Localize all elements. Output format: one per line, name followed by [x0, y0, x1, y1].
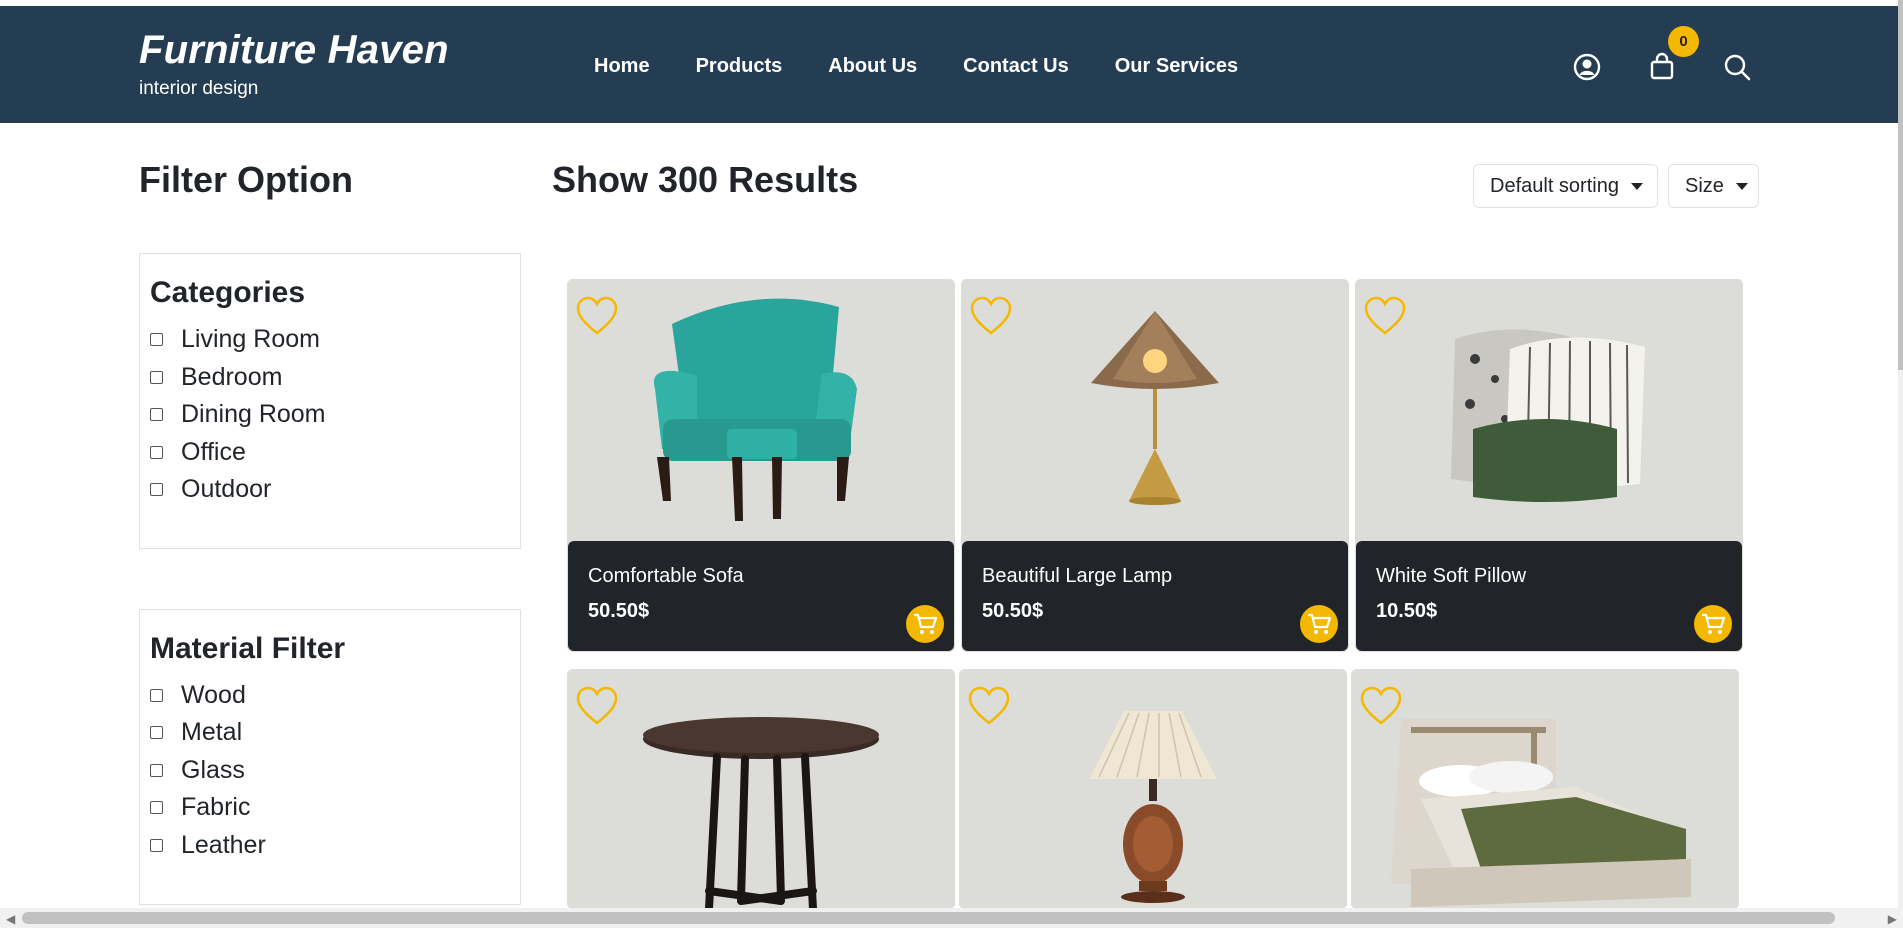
- scroll-left-arrow-icon[interactable]: ◀: [6, 912, 15, 926]
- product-price: 50.50$: [588, 600, 650, 622]
- filter-item-dining-room[interactable]: Dining Room: [150, 400, 326, 429]
- categories-title: Categories: [150, 276, 306, 309]
- checkbox[interactable]: [150, 764, 163, 777]
- heart-icon[interactable]: [969, 295, 1013, 337]
- product-price: 10.50$: [1376, 600, 1438, 622]
- product-image-armchair: [567, 279, 955, 541]
- vertical-scrollbar[interactable]: [1898, 0, 1903, 928]
- size-dropdown[interactable]: Size: [1668, 164, 1759, 208]
- product-info: Beautiful Large Lamp 50.50$: [962, 541, 1348, 651]
- product-name[interactable]: White Soft Pillow: [1376, 565, 1526, 588]
- checkbox[interactable]: [150, 446, 163, 459]
- product-image-lamp: [961, 279, 1349, 541]
- horizontal-scrollbar-thumb[interactable]: [22, 912, 1835, 924]
- product-image-table-lamp: [959, 669, 1347, 909]
- brand-title[interactable]: Furniture Haven: [139, 28, 449, 73]
- product-card[interactable]: [567, 669, 955, 909]
- cart-icon: [1702, 613, 1726, 634]
- filter-item-wood[interactable]: Wood: [150, 681, 246, 710]
- add-to-cart-button[interactable]: [906, 605, 944, 643]
- caret-down-icon: [1735, 182, 1748, 190]
- nav-contact-us[interactable]: Contact Us: [963, 55, 1069, 78]
- material-filter-box: Material Filter Wood Metal Glass Fabric …: [139, 609, 521, 905]
- categories-filter-box: Categories Living Room Bedroom Dining Ro…: [139, 253, 521, 549]
- material-filter-title: Material Filter: [150, 632, 346, 665]
- nav-about-us[interactable]: About Us: [828, 55, 917, 78]
- shopping-bag-icon[interactable]: [1647, 52, 1677, 82]
- product-info: White Soft Pillow 10.50$: [1356, 541, 1742, 651]
- product-card[interactable]: [959, 669, 1347, 909]
- nav-home[interactable]: Home: [594, 55, 650, 78]
- filter-title: Filter Option: [139, 159, 353, 200]
- product-card[interactable]: [1351, 669, 1739, 909]
- horizontal-scrollbar[interactable]: ◀ ▶: [0, 908, 1903, 928]
- site-header: Furniture Haven interior design Home Pro…: [0, 6, 1898, 123]
- checkbox[interactable]: [150, 371, 163, 384]
- caret-down-icon: [1630, 182, 1643, 190]
- user-circle-icon[interactable]: [1572, 52, 1602, 82]
- product-name[interactable]: Comfortable Sofa: [588, 565, 744, 588]
- brand-subtitle: interior design: [139, 78, 259, 99]
- nav-products[interactable]: Products: [696, 55, 783, 78]
- checkbox[interactable]: [150, 689, 163, 702]
- checkbox[interactable]: [150, 333, 163, 346]
- size-dropdown-label: Size: [1685, 174, 1724, 197]
- product-image-round-table: [567, 669, 955, 909]
- heart-icon[interactable]: [1359, 685, 1403, 727]
- heart-icon[interactable]: [575, 295, 619, 337]
- checkbox[interactable]: [150, 483, 163, 496]
- results-count-title: Show 300 Results: [552, 159, 859, 200]
- cart-icon: [914, 613, 938, 634]
- product-name[interactable]: Beautiful Large Lamp: [982, 565, 1172, 588]
- filter-item-outdoor[interactable]: Outdoor: [150, 475, 271, 504]
- product-image-pillows: [1355, 279, 1743, 541]
- scroll-right-arrow-icon[interactable]: ▶: [1888, 912, 1897, 926]
- product-card[interactable]: Comfortable Sofa 50.50$: [567, 279, 955, 652]
- product-card[interactable]: White Soft Pillow 10.50$: [1355, 279, 1743, 652]
- checkbox[interactable]: [150, 726, 163, 739]
- nav-our-services[interactable]: Our Services: [1115, 55, 1238, 78]
- product-image-bed: [1351, 669, 1739, 909]
- checkbox[interactable]: [150, 839, 163, 852]
- product-info: Comfortable Sofa 50.50$: [568, 541, 954, 651]
- add-to-cart-button[interactable]: [1300, 605, 1338, 643]
- heart-icon[interactable]: [575, 685, 619, 727]
- filter-item-leather[interactable]: Leather: [150, 831, 266, 860]
- main-nav: Home Products About Us Contact Us Our Se…: [594, 55, 1284, 78]
- filter-item-metal[interactable]: Metal: [150, 718, 242, 747]
- filter-item-bedroom[interactable]: Bedroom: [150, 363, 282, 392]
- add-to-cart-button[interactable]: [1694, 605, 1732, 643]
- product-price: 50.50$: [982, 600, 1044, 622]
- filter-item-living-room[interactable]: Living Room: [150, 325, 320, 354]
- sort-dropdown-label: Default sorting: [1490, 174, 1619, 197]
- checkbox[interactable]: [150, 801, 163, 814]
- heart-icon[interactable]: [1363, 295, 1407, 337]
- vertical-scrollbar-thumb[interactable]: [1898, 0, 1903, 370]
- cart-count-badge: 0: [1668, 26, 1699, 57]
- filter-item-glass[interactable]: Glass: [150, 756, 245, 785]
- heart-icon[interactable]: [967, 685, 1011, 727]
- filter-item-office[interactable]: Office: [150, 438, 246, 467]
- sort-dropdown[interactable]: Default sorting: [1473, 164, 1658, 208]
- product-card[interactable]: Beautiful Large Lamp 50.50$: [961, 279, 1349, 652]
- filter-item-fabric[interactable]: Fabric: [150, 793, 250, 822]
- search-icon[interactable]: [1722, 52, 1752, 82]
- checkbox[interactable]: [150, 408, 163, 421]
- cart-icon: [1308, 613, 1332, 634]
